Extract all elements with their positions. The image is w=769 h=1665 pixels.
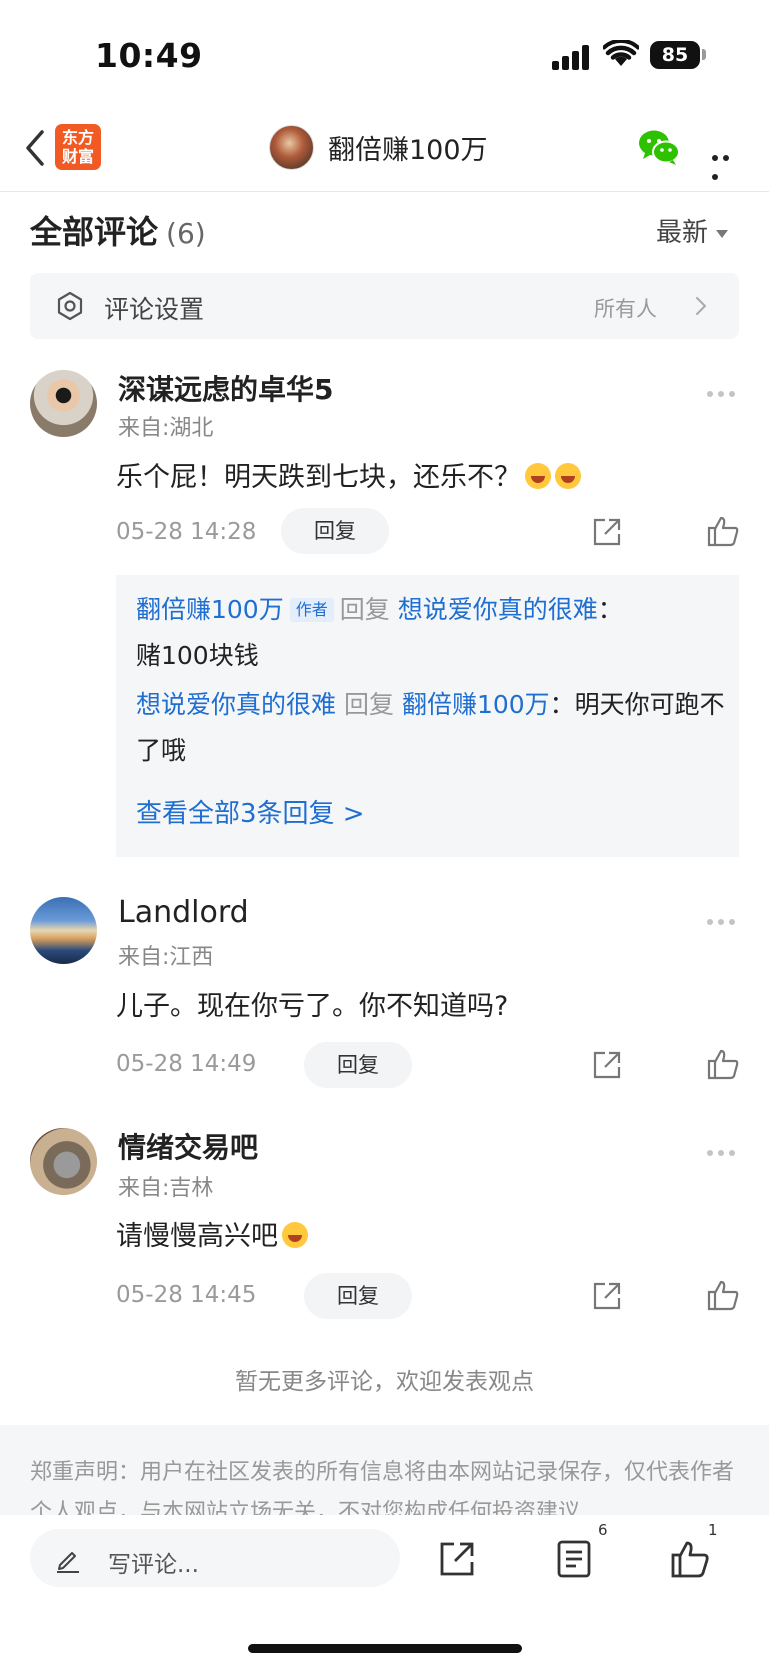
settings-label: 评论设置 [104,295,205,324]
back-icon[interactable] [18,126,58,170]
app-logo[interactable]: 东方 财富 [55,124,101,170]
laugh-cry-emoji-icon [525,463,551,489]
no-more-comments-text: 暂无更多评论，欢迎发表观点 [235,1369,534,1395]
share-icon[interactable] [438,1540,476,1578]
disclaimer-text: 郑重声明：用户在社区发表的所有信息将由本网站记录保存，仅代表作者个人观点，与本网… [30,1460,735,1515]
comment-content: 请慢慢高兴吧 [116,1214,308,1253]
reply-text: 赌100块钱 [136,641,259,670]
pencil-icon [57,1552,79,1573]
reply-to[interactable]: 想说爱你真的很难 [398,595,598,624]
logo-text-line2: 财富 [61,147,94,166]
comment-username[interactable]: Landlord [118,895,249,930]
reply-separator: ： [597,595,623,624]
comments-heading: 全部评论 (6) [30,207,206,253]
avatar[interactable] [30,897,97,964]
comment-timestamp: 05-28 14:49 [116,1051,257,1077]
reply-from[interactable]: 想说爱你真的很难 [136,690,336,719]
author-avatar[interactable] [269,125,314,170]
avatar[interactable] [30,1128,97,1195]
write-comment-input[interactable]: 写评论... [30,1529,400,1587]
comment-text: 儿子。现在你亏了。你不知道吗? [116,991,509,1022]
comment-more-icon[interactable] [707,382,740,401]
chevron-right-icon [696,297,707,315]
comment-text: 乐个屁！明天跌到七块，还乐不？ [116,462,521,493]
likes-count-badge: 1 [708,1521,718,1539]
grinning-emoji-icon [282,1222,308,1248]
wifi-icon [603,40,639,66]
comment-content: 儿子。现在你亏了。你不知道吗? [116,984,508,1023]
gear-icon [57,291,83,321]
share-icon[interactable] [591,516,623,548]
more-options-icon[interactable] [712,146,744,180]
comment-location: 来自:吉林 [118,1176,214,1201]
logo-text-line1: 东方 [61,128,94,147]
comment-text: 请慢慢高兴吧 [116,1221,278,1252]
author-badge: 作者 [289,598,334,622]
page-title[interactable]: 翻倍赚100万 [328,128,488,167]
battery-nub [702,49,706,60]
settings-value: 所有人 [594,297,657,321]
comments-count-badge: 6 [598,1521,608,1539]
reply-from[interactable]: 翻倍赚100万 [136,595,284,624]
reply-separator: ： [549,690,575,719]
laugh-cry-emoji-icon [555,463,581,489]
status-bar: 10:49 85 [0,0,769,110]
thumbs-up-icon[interactable] [706,1048,740,1080]
thumbs-up-icon[interactable] [670,1539,710,1579]
comment-more-icon[interactable] [707,910,740,929]
battery-indicator: 85 [650,41,700,69]
signal-icon [552,44,592,70]
avatar[interactable] [30,370,97,437]
nav-bar: 东方 财富 翻倍赚100万 [0,110,769,192]
comments-count: (6) [166,217,206,250]
sort-label: 最新 [656,218,709,248]
reply-to[interactable]: 翻倍赚100万 [402,690,550,719]
comment-username[interactable]: 深谋远虑的卓华5 [118,368,333,408]
sort-dropdown[interactable]: 最新 [656,212,729,249]
share-icon[interactable] [591,1049,623,1081]
comment-more-icon[interactable] [707,1141,740,1160]
disclaimer-section: 郑重声明：用户在社区发表的所有信息将由本网站记录保存，仅代表作者个人观点，与本网… [0,1425,769,1515]
caret-down-icon [716,229,729,238]
reply-button[interactable]: 回复 [304,1273,412,1319]
bottom-action-bar: 写评论... 6 1 [0,1515,769,1665]
comments-title: 全部评论 [30,213,159,251]
reply-button[interactable]: 回复 [304,1042,412,1088]
comment-content: 乐个屁！明天跌到七块，还乐不？ [116,455,581,494]
status-time: 10:49 [95,36,203,75]
reply-verb: 回复 [343,690,394,719]
comment-timestamp: 05-28 14:45 [116,1282,257,1308]
thumbs-up-icon[interactable] [706,1279,740,1311]
comment-username[interactable]: 情绪交易吧 [118,1126,258,1166]
view-all-replies-link[interactable]: 查看全部3条回复 > [136,793,365,830]
replies-box: 翻倍赚100万 作者 回复 想说爱你真的很难： 赌100块钱 想说爱你真的很难 回复… [116,575,739,857]
comment-timestamp: 05-28 14:28 [116,519,257,545]
reply-verb: 回复 [339,595,390,624]
share-icon[interactable] [591,1280,623,1312]
comment-input-placeholder: 写评论... [108,1552,199,1578]
comment-settings-row[interactable]: 评论设置 所有人 [30,273,739,339]
thumbs-up-icon[interactable] [706,515,740,547]
home-indicator [248,1644,522,1653]
reply-item[interactable]: 想说爱你真的很难 回复 翻倍赚100万：明天你可跑不了哦 [136,682,731,774]
comments-list-icon[interactable] [556,1539,592,1579]
reply-item[interactable]: 翻倍赚100万 作者 回复 想说爱你真的很难： 赌100块钱 [136,587,731,679]
comment-location: 来自:湖北 [118,416,214,441]
comment-location: 来自:江西 [118,945,214,970]
wechat-share-icon[interactable] [638,128,680,168]
reply-button[interactable]: 回复 [281,508,389,554]
